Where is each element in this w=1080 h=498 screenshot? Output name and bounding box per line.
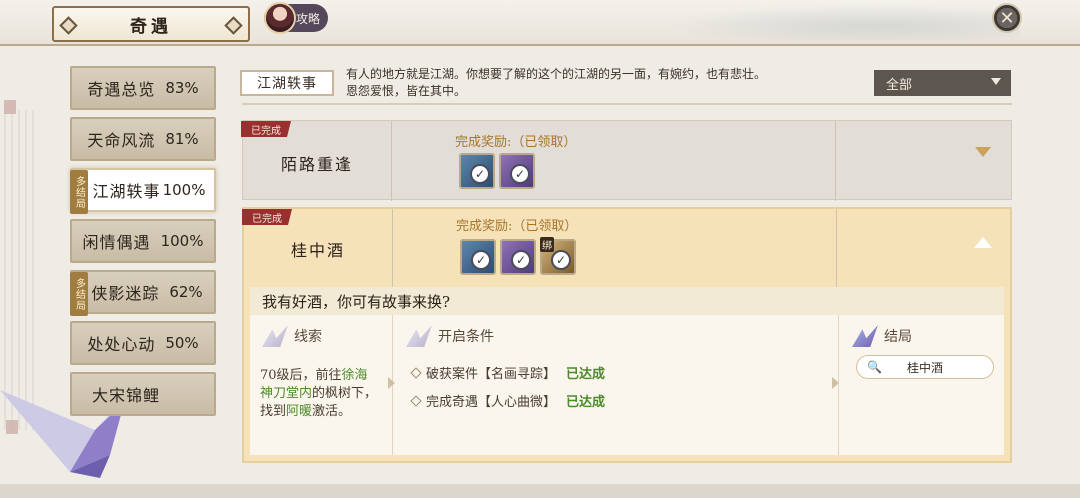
multi-ending-tag: 多结局 <box>70 272 88 316</box>
chevron-down-icon <box>991 78 1001 85</box>
reward-item-icon[interactable]: ✓ <box>500 239 536 275</box>
condition-state: 已达成 <box>566 395 606 410</box>
close-icon: ✕ <box>999 7 1015 29</box>
ending-name: 桂中酒 <box>906 360 943 375</box>
category-name: 江湖轶事 <box>240 70 334 96</box>
adventure-quote: 我有好酒，你可有故事来换? <box>250 287 1004 315</box>
adventure-name: 桂中酒 <box>290 241 345 260</box>
sidebar-item-label: 大宋锦鲤 <box>92 386 161 405</box>
clue-header: 线索 <box>262 325 322 347</box>
paper-crane-icon <box>406 325 432 347</box>
condition-state: 已达成 <box>566 367 606 382</box>
reward-icons: ✓ ✓ 绑 ✓ <box>460 237 576 275</box>
check-icon: ✓ <box>470 164 490 184</box>
condition-item: 破获案件【名画寻踪】 已达成 <box>410 363 606 382</box>
reward-label: 完成奖励:（已领取） <box>455 135 577 150</box>
seal-decoration <box>4 100 16 114</box>
divider <box>392 209 393 287</box>
guide-avatar <box>264 2 296 34</box>
bound-tag: 绑 <box>540 237 554 252</box>
sidebar-item-koi[interactable]: 大宋锦鲤 <box>70 372 216 416</box>
divider <box>835 121 836 201</box>
bullet-icon <box>410 394 422 407</box>
clue-text: 70级后，前往徐海神刀堂内的枫树下，找到阿暖激活。 <box>260 367 380 421</box>
close-button[interactable]: ✕ <box>992 3 1022 33</box>
condition-item: 完成奇遇【人心曲微】 已达成 <box>410 391 606 410</box>
check-icon: ✓ <box>471 250 491 270</box>
adventure-detail-panel: 线索 70级后，前往徐海神刀堂内的枫树下，找到阿暖激活。 开启条件 破获案件【名… <box>250 315 1004 455</box>
sidebar-item-leisure[interactable]: 闲情偶遇 100% <box>70 219 216 263</box>
sidebar-item-jianghu[interactable]: 多结局 江湖轶事 100% <box>70 168 216 214</box>
expand-arrow-icon[interactable] <box>975 147 991 157</box>
sidebar-item-overview[interactable]: 奇遇总览 83% <box>70 66 216 110</box>
sidebar-item-label: 天命风流 <box>87 131 156 150</box>
divider <box>838 315 839 455</box>
sidebar-item-label: 侠影迷踪 <box>91 284 160 303</box>
reward-item-icon[interactable]: ✓ <box>499 153 535 189</box>
divider <box>242 103 1012 105</box>
reward-item-icon[interactable]: 绑 ✓ <box>540 237 576 275</box>
check-icon: ✓ <box>510 164 530 184</box>
paper-crane-icon <box>262 325 288 347</box>
ending-search-pill[interactable]: 🔍 桂中酒 <box>856 355 994 379</box>
chevron-right-icon <box>388 377 395 389</box>
clue-part: 激活。 <box>312 404 352 419</box>
sidebar-item-label: 江湖轶事 <box>92 182 161 201</box>
adventure-name: 陌路重逢 <box>280 155 353 174</box>
filter-selected: 全部 <box>886 77 913 93</box>
sidebar-item-label: 处处心动 <box>87 335 156 354</box>
npc-link[interactable]: 阿暖 <box>286 404 312 419</box>
divider <box>391 121 392 201</box>
category-description: 有人的地方就是江湖。你想要了解的这个的江湖的另一面，有婉约，也有悲壮。恩怨爱恨，… <box>346 67 767 98</box>
ending-header: 结局 <box>852 325 912 347</box>
ornament-icon <box>59 16 78 35</box>
top-bar: 奇遇 攻略 ✕ <box>0 0 1080 46</box>
sidebar-item-label: 闲情偶遇 <box>82 233 151 252</box>
page-title-tab: 奇遇 <box>52 6 250 42</box>
ending-title: 结局 <box>884 329 912 345</box>
status-badge: 已完成 <box>241 121 291 137</box>
check-icon: ✓ <box>511 250 531 270</box>
category-sidebar: 奇遇总览 83% 天命风流 81% 多结局 江湖轶事 100% 闲情偶遇 100… <box>70 66 218 423</box>
bottom-strip <box>0 484 1080 498</box>
sidebar-item-percent: 50% <box>165 334 199 352</box>
sidebar-item-label: 奇遇总览 <box>87 80 156 99</box>
sidebar-item-mystery[interactable]: 多结局 侠影迷踪 62% <box>70 270 216 316</box>
sidebar-item-percent: 83% <box>165 79 199 97</box>
sidebar-item-percent: 62% <box>169 283 203 301</box>
reward-icons: ✓ ✓ <box>459 153 535 189</box>
status-badge: 已完成 <box>242 209 292 225</box>
sidebar-item-percent: 100% <box>160 232 204 250</box>
reward-label: 完成奖励:（已领取） <box>456 219 578 234</box>
search-icon: 🔍 <box>867 360 882 374</box>
collapse-arrow-icon[interactable] <box>974 237 992 248</box>
reward-item-icon[interactable]: ✓ <box>459 153 495 189</box>
filter-dropdown[interactable]: 全部 <box>874 70 1011 96</box>
paper-crane-icon <box>852 325 878 347</box>
sidebar-item-romance[interactable]: 处处心动 50% <box>70 321 216 365</box>
page-title: 奇遇 <box>130 16 172 37</box>
check-icon: ✓ <box>551 250 571 270</box>
bullet-icon <box>410 366 422 379</box>
sidebar-item-percent: 81% <box>165 130 199 148</box>
ink-decoration <box>660 4 1020 40</box>
adventure-row-expanded[interactable]: 已完成 桂中酒 完成奖励:（已领取） ✓ ✓ 绑 ✓ 我有好酒，你可有故事来换?… <box>242 207 1012 463</box>
sidebar-item-destiny[interactable]: 天命风流 81% <box>70 117 216 161</box>
ornament-icon <box>224 16 243 35</box>
guide-label: 攻略 <box>296 11 321 26</box>
conditions-title: 开启条件 <box>438 329 494 345</box>
adventure-row[interactable]: 已完成 陌路重逢 完成奖励:（已领取） ✓ ✓ <box>241 120 1012 201</box>
clue-part: 70级后，前往 <box>260 368 342 383</box>
multi-ending-tag: 多结局 <box>70 170 88 214</box>
condition-text: 破获案件【名画寻踪】 <box>426 367 557 382</box>
clue-title: 线索 <box>294 329 322 345</box>
sidebar-item-percent: 100% <box>162 181 206 199</box>
divider <box>836 209 837 287</box>
guide-button[interactable]: 攻略 <box>264 2 329 34</box>
conditions-header: 开启条件 <box>406 325 494 347</box>
reward-item-icon[interactable]: ✓ <box>460 239 496 275</box>
condition-text: 完成奇遇【人心曲微】 <box>426 395 557 410</box>
